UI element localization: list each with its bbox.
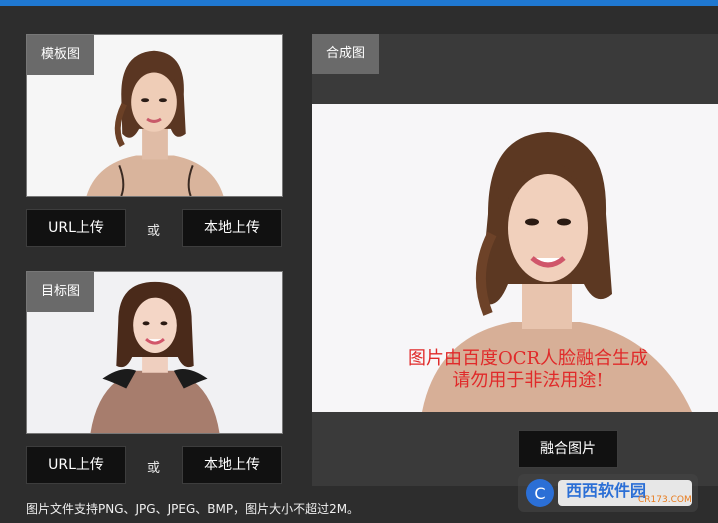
result-image-area: 图片由百度OCR人脸融合生成 请勿用于非法用途! [312, 104, 718, 412]
top-accent-bar [0, 0, 718, 6]
site-logo: C 西西软件园 CR173.COM [518, 474, 698, 512]
watermark-line-2: 请勿用于非法用途! [452, 370, 604, 391]
merge-image-button[interactable]: 融合图片 [518, 430, 618, 468]
template-or-label: 或 [147, 224, 161, 239]
template-image-label: 模板图 [27, 35, 95, 75]
target-local-upload-button[interactable]: 本地上传 [182, 446, 282, 484]
template-url-upload-button[interactable]: URL上传 [26, 209, 126, 247]
target-image-label: 目标图 [27, 272, 95, 312]
logo-brand-text: 西西软件园 [566, 481, 647, 500]
target-or-label: 或 [147, 461, 161, 476]
file-support-note: 图片文件支持PNG、JPG、JPEG、BMP，图片大小不超过2M。 [26, 502, 360, 516]
watermark-line-1: 图片由百度OCR人脸融合生成 [407, 348, 649, 369]
target-url-upload-button[interactable]: URL上传 [26, 446, 126, 484]
svg-text:C: C [534, 484, 545, 503]
template-image-panel: 模板图 [26, 34, 283, 197]
logo-url-text: CR173.COM [638, 495, 692, 505]
result-panel: 合成图 图片由百度OCR人脸融合生成 请勿用于非法用途! 融合图片 [312, 34, 718, 486]
target-image-panel: 目标图 [26, 271, 283, 434]
template-local-upload-button[interactable]: 本地上传 [182, 209, 282, 247]
result-image-label: 合成图 [312, 34, 380, 74]
